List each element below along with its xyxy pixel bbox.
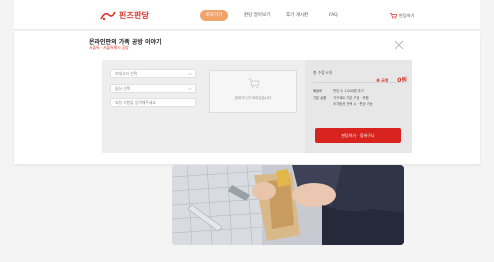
info-row: 기본 상품 가구세트 기본 구성 · 포함 [313, 95, 409, 100]
nav-item-active[interactable]: 바로가기 [200, 10, 228, 21]
logo-icon [100, 11, 116, 20]
chevron-down-icon [188, 88, 192, 91]
cart-empty-box: 장바구니가 비어있습니다 [209, 70, 297, 113]
chevron-down-icon [188, 73, 192, 76]
category-select[interactable]: 카테고리 선택 [110, 69, 196, 78]
info-row: 배송비 판당 수 1,000원 추가 [313, 88, 409, 93]
memo-input[interactable]: 요청 사항을 입력해주세요 [110, 98, 196, 107]
info-key: 배송비 [313, 89, 323, 93]
workshop-photo [172, 165, 404, 245]
info-value: 판당 수 1,000원 추가 [333, 89, 364, 93]
cart-empty-text: 장바구니가 비어있습니다 [234, 96, 272, 100]
info-value: 추가옵션 선택 시 · 판당 가능 [333, 102, 373, 106]
category-select-value: 카테고리 선택 [115, 71, 138, 76]
cart-icon [390, 12, 397, 19]
cart-icon [248, 78, 260, 89]
nav-item-faq[interactable]: FAQ [329, 10, 338, 21]
cart-label: 판당하기 [399, 12, 415, 18]
order-panel: 카테고리 선택 옵션 선택 요청 사항을 입력해주세요 장바구니가 비어있습니다… [102, 60, 412, 153]
option-select-value: 옵션 선택 [115, 86, 131, 91]
header-cart-link[interactable]: 판당하기 [390, 10, 414, 21]
memo-placeholder: 요청 사항을 입력해주세요 [115, 100, 156, 105]
workshop-photo-image [172, 165, 404, 245]
info-key: 기본 상품 [313, 96, 327, 100]
close-icon[interactable] [394, 40, 404, 50]
option-select[interactable]: 옵션 선택 [110, 84, 196, 93]
summary-divider [313, 82, 407, 83]
quantity-summary: 총 수량 0개 [313, 70, 332, 75]
logo-text: 핀즈판당 [119, 10, 150, 20]
total-price: 총 금액 0원 [357, 67, 407, 84]
site-header: 핀즈판당 바로가기 판당 알아보기 후기 게시판 FAQ 판당하기 [14, 0, 480, 30]
order-summary: 총 수량 0개 총 금액 0원 배송비 판당 수 1,000원 추가 기본 상품… [305, 60, 412, 153]
info-value: 가구세트 기본 구성 · 포함 [333, 96, 369, 100]
brand-logo[interactable]: 핀즈판당 [100, 9, 149, 21]
nav-item-reviews[interactable]: 후기 게시판 [286, 10, 308, 21]
info-row: 추가옵션 선택 시 · 판당 가능 [313, 101, 409, 106]
nav-item-about[interactable]: 판당 알아보기 [244, 10, 270, 21]
order-button[interactable]: 판당하기 · 장바구니 [315, 128, 401, 143]
modal-subtitle: 서울특 · 서울특별시 공방 [89, 45, 129, 50]
order-modal: 온라인판의 가족 공방 이야기 서울특 · 서울특별시 공방 카테고리 선택 옵… [14, 31, 480, 164]
